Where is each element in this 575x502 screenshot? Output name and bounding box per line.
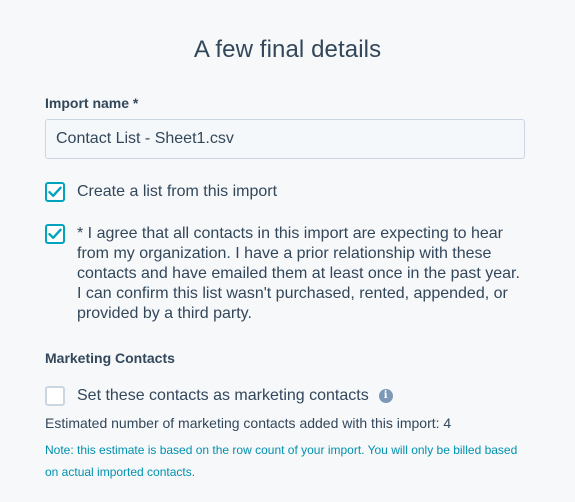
create-list-checkbox[interactable] [45,182,65,202]
import-details-page: A few final details Import name * Create… [0,0,575,502]
marketing-contacts-label: Set these contacts as marketing contacts [77,387,369,404]
marketing-contacts-checkbox[interactable] [45,386,65,406]
agree-checkbox[interactable] [45,224,65,244]
agree-label: * I agree that all contacts in this impo… [77,225,520,322]
checkmark-icon [48,186,62,197]
marketing-contacts-option[interactable]: Set these contacts as marketing contacts… [45,386,393,406]
info-icon[interactable]: i [378,389,393,403]
billing-note: Note: this estimate is based on the row … [45,443,518,479]
page-title: A few final details [193,36,382,63]
marketing-estimate-text: Estimated number of marketing contacts a… [45,415,452,431]
import-name-label: Import name * [45,95,139,111]
create-list-label: Create a list from this import [77,183,278,200]
import-name-input[interactable] [45,119,525,159]
checkmark-icon [48,228,62,239]
agree-option[interactable]: * I agree that all contacts in this impo… [45,224,525,324]
create-list-option[interactable]: Create a list from this import [45,182,277,202]
marketing-contacts-heading: Marketing Contacts [45,350,175,366]
